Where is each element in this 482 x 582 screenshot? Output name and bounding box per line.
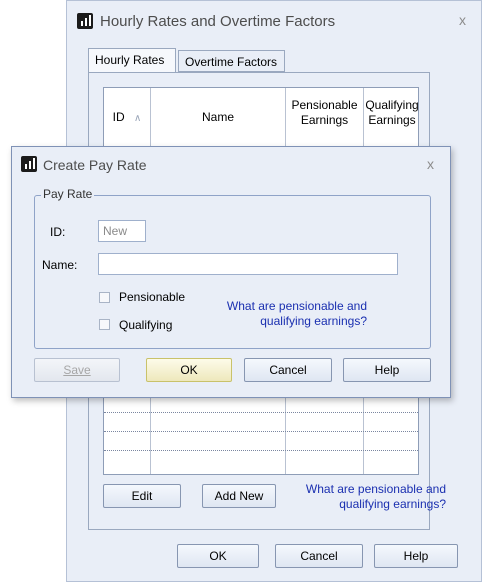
close-icon[interactable]: x xyxy=(427,156,434,172)
column-header-pensionable-line1: Pensionable xyxy=(291,98,358,112)
column-header-qualifying-line1: Qualifying xyxy=(365,98,419,112)
pensionable-help-link-line1: What are pensionable and xyxy=(305,482,446,496)
row-divider xyxy=(104,450,418,451)
pensionable-help-link-line1: What are pensionable and xyxy=(226,299,367,313)
dialog-title: Create Pay Rate xyxy=(43,157,147,173)
ok-button-label: OK xyxy=(209,549,227,563)
pensionable-help-link-line2: qualifying earnings? xyxy=(339,497,446,511)
qualifying-checkbox[interactable] xyxy=(99,319,110,330)
pensionable-checkbox-label: Pensionable xyxy=(119,290,186,304)
ok-button[interactable]: OK xyxy=(146,358,232,382)
app-logo-icon xyxy=(21,156,37,172)
help-button-label: Help xyxy=(374,363,400,377)
save-button-label: Save xyxy=(63,363,91,377)
rates-window-titlebar[interactable]: Hourly Rates and Overtime Factors x xyxy=(67,1,481,41)
id-label: ID: xyxy=(50,225,66,239)
column-header-pensionable-line2: Earnings xyxy=(300,113,349,127)
column-header-id-label: ID xyxy=(112,110,125,124)
cancel-button[interactable]: Cancel xyxy=(244,358,332,382)
add-new-button-label: Add New xyxy=(214,489,264,503)
rates-window-title: Hourly Rates and Overtime Factors xyxy=(100,13,336,30)
tab-overtime-factors[interactable]: Overtime Factors xyxy=(178,50,285,72)
sort-ascending-icon: ∧ xyxy=(134,113,142,124)
pensionable-help-link[interactable]: What are pensionable and qualifying earn… xyxy=(202,299,367,329)
edit-button-label: Edit xyxy=(131,489,153,503)
create-pay-rate-dialog: Create Pay Rate x Pay Rate ID: New Name:… xyxy=(11,146,451,398)
add-new-button[interactable]: Add New xyxy=(202,484,276,508)
id-field[interactable]: New xyxy=(98,220,146,242)
qualifying-checkbox-label: Qualifying xyxy=(119,318,173,332)
cancel-button[interactable]: Cancel xyxy=(275,544,363,568)
app-logo-icon xyxy=(77,13,93,29)
column-header-name-label: Name xyxy=(201,110,234,124)
dialog-titlebar[interactable]: Create Pay Rate x xyxy=(12,147,450,181)
pay-rate-group-label: Pay Rate xyxy=(41,187,95,201)
row-divider xyxy=(104,431,418,432)
row-divider xyxy=(104,412,418,413)
help-button[interactable]: Help xyxy=(343,358,431,382)
name-label: Name: xyxy=(42,258,78,272)
cancel-button-label: Cancel xyxy=(269,363,307,377)
ok-button-label: OK xyxy=(180,363,198,377)
help-button-label: Help xyxy=(403,549,429,563)
pensionable-help-link-line2: qualifying earnings? xyxy=(260,314,367,328)
pensionable-help-link[interactable]: What are pensionable and qualifying earn… xyxy=(286,482,446,512)
edit-button[interactable]: Edit xyxy=(103,484,181,508)
pensionable-checkbox[interactable] xyxy=(99,292,110,303)
tab-hourly-rates[interactable]: Hourly Rates xyxy=(88,48,176,73)
cancel-button-label: Cancel xyxy=(300,549,338,563)
save-button: Save xyxy=(34,358,120,382)
ok-button[interactable]: OK xyxy=(177,544,259,568)
column-header-qualifying-line2: Earnings xyxy=(368,113,416,127)
name-field[interactable] xyxy=(98,253,398,275)
help-button[interactable]: Help xyxy=(374,544,458,568)
close-icon[interactable]: x xyxy=(459,12,466,28)
